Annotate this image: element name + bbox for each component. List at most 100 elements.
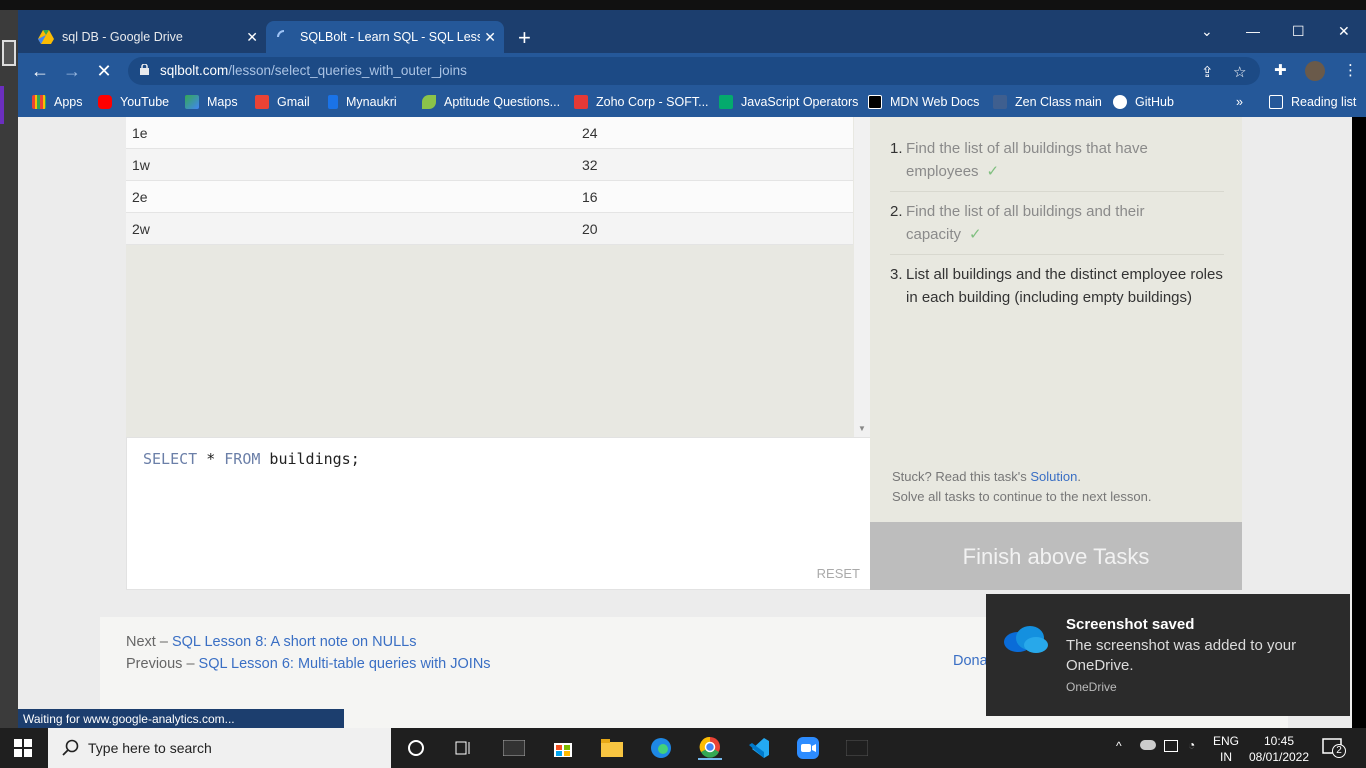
clock-time: 10:45 [1263, 734, 1295, 748]
youtube-icon [98, 95, 112, 109]
desktop-top-strip [0, 0, 1366, 10]
bookmark-label: Maps [207, 95, 238, 109]
help-text: Stuck? Read this task's Solution. Solve … [892, 467, 1151, 507]
region-code: IN [1220, 750, 1232, 764]
bookmark-mdn[interactable]: MDN Web Docs [868, 95, 979, 109]
extensions-icon[interactable]: ✚ [1274, 61, 1287, 79]
github-icon [1113, 95, 1127, 109]
language-code: ENG [1213, 734, 1240, 748]
bookmark-zen-class[interactable]: Zen Class main [993, 95, 1102, 109]
windows-taskbar: Type here to search ^ ◔ ENG IN 10:45 08/01… [0, 728, 1366, 768]
tab-search-icon[interactable]: ⌄ [1201, 23, 1213, 40]
w3schools-icon [719, 95, 733, 109]
bookmark-maps[interactable]: Maps [185, 95, 238, 109]
bookmark-label: Gmail [277, 95, 310, 109]
bookmark-youtube[interactable]: YouTube [98, 95, 169, 109]
clock[interactable]: 10:45 08/01/2022 [1248, 733, 1310, 765]
stop-loading-button[interactable]: ✕ [93, 60, 115, 82]
sql-editor[interactable]: SELECT * FROM buildings; RESET [126, 437, 871, 590]
onedrive-notification[interactable]: Screenshot saved The screenshot was adde… [986, 594, 1350, 716]
more-bookmarks-icon[interactable]: » [1236, 95, 1243, 109]
bookmark-mynaukri[interactable]: Mynaukri [328, 95, 397, 109]
cell-capacity: 16 [582, 189, 598, 205]
previous-lesson-link[interactable]: SQL Lesson 6: Multi-table queries with J… [199, 656, 491, 672]
notification-title: Screenshot saved [1066, 616, 1195, 633]
sql-star: * [197, 450, 225, 468]
bookmark-label: GitHub [1135, 95, 1174, 109]
mynaukri-icon [328, 95, 338, 109]
mdn-icon [868, 95, 882, 109]
table-row: 2w 20 [126, 213, 853, 245]
bookmark-gmail[interactable]: Gmail [255, 95, 310, 109]
solve-all-text: Solve all tasks to continue to the next … [892, 489, 1152, 504]
sql-keyword-select: SELECT [143, 450, 198, 468]
tab-sqlbolt[interactable]: SQLBolt - Learn SQL - SQL Lesso ✕ [266, 21, 504, 53]
donate-link[interactable]: Dona [953, 653, 988, 669]
task-item: 3. List all buildings and the distinct em… [890, 263, 1224, 317]
show-hidden-icons-icon[interactable]: ^ [1116, 739, 1122, 753]
close-tab-icon[interactable]: ✕ [246, 29, 258, 46]
bookmark-aptitude[interactable]: Aptitude Questions... [422, 95, 560, 109]
lock-icon [140, 64, 149, 75]
bookmark-zoho[interactable]: Zoho Corp - SOFT... [574, 95, 709, 109]
forward-button[interactable]: → [61, 60, 83, 82]
task-number: 1. [890, 140, 903, 157]
url-path: /lesson/select_queries_with_outer_joins [228, 63, 467, 78]
language-indicator[interactable]: ENG IN [1213, 733, 1239, 765]
results-scrollbar[interactable]: ▼ [854, 117, 870, 437]
minimize-button[interactable]: — [1246, 23, 1260, 39]
battery-icon[interactable] [1164, 740, 1178, 752]
desktop-left-edge [0, 10, 18, 728]
wifi-icon[interactable]: ◔ [1188, 738, 1195, 752]
zen-class-icon [993, 95, 1007, 109]
solution-link[interactable]: Solution [1030, 469, 1077, 484]
reset-button[interactable]: RESET [817, 566, 860, 581]
browser-menu-icon[interactable]: ⋮ [1343, 61, 1358, 79]
checkmark-icon: ✓ [969, 226, 982, 243]
task-item: 2. Find the list of all buildings and the… [890, 200, 1224, 255]
finish-tasks-button[interactable]: Finish above Tasks [870, 522, 1242, 590]
tab-title: sql DB - Google Drive [62, 30, 183, 44]
reading-list-button[interactable]: Reading list [1269, 95, 1356, 109]
notification-body: The screenshot was added to your OneDriv… [1066, 637, 1297, 674]
table-row: 1w 32 [126, 149, 853, 181]
next-prefix: Next – [126, 634, 172, 650]
checkmark-icon: ✓ [986, 163, 1000, 180]
url-field[interactable]: sqlbolt.com/lesson/select_queries_with_o… [128, 57, 1260, 85]
cell-capacity: 24 [582, 125, 598, 141]
bookmark-label: YouTube [120, 95, 170, 109]
scroll-down-arrow-icon[interactable]: ▼ [858, 424, 866, 433]
back-button[interactable]: ← [29, 60, 51, 82]
tab-bar: sql DB - Google Drive ✕ SQLBolt - Learn … [18, 10, 1366, 53]
task-text: List all buildings and the distinct empl… [906, 266, 1223, 306]
bookmark-apps[interactable]: Apps [32, 95, 83, 109]
browser-status-bar: Waiting for www.google-analytics.com... [18, 709, 344, 728]
bookmark-star-icon[interactable]: ☆ [1233, 63, 1246, 81]
cell-capacity: 20 [582, 221, 598, 237]
bookmark-github[interactable]: GitHub [1113, 95, 1174, 109]
tab-google-drive[interactable]: sql DB - Google Drive ✕ [28, 21, 266, 53]
stuck-suffix: . [1077, 469, 1081, 484]
profile-avatar[interactable] [1305, 61, 1325, 81]
close-window-button[interactable]: ✕ [1338, 23, 1350, 40]
system-tray: ^ ◔ ENG IN 10:45 08/01/2022 2 [0, 728, 1366, 768]
desktop-window-icon [2, 40, 16, 66]
gmail-icon [255, 95, 269, 109]
cell-building: 1w [132, 157, 150, 173]
next-lesson-link[interactable]: SQL Lesson 8: A short note on NULLs [172, 634, 417, 650]
sql-code[interactable]: SELECT * FROM buildings; [143, 450, 360, 468]
table-row: 1e 24 [126, 117, 853, 149]
bookmark-javascript[interactable]: JavaScript Operators [719, 95, 858, 109]
tab-title: SQLBolt - Learn SQL - SQL Lesso [300, 30, 480, 44]
maximize-button[interactable]: ☐ [1292, 23, 1305, 40]
onedrive-cloud-icon [1004, 626, 1048, 653]
task-text: Find the list of all buildings and their… [906, 203, 1145, 243]
clock-date: 08/01/2022 [1248, 750, 1310, 764]
share-icon[interactable]: ⇪ [1201, 63, 1214, 81]
new-tab-button[interactable]: + [518, 25, 531, 51]
notification-center-icon[interactable]: 2 [1322, 738, 1346, 761]
close-tab-icon[interactable]: ✕ [484, 29, 496, 46]
task-number: 3. [890, 266, 903, 283]
bookmark-label: Zoho Corp - SOFT... [596, 95, 709, 109]
onedrive-tray-icon[interactable] [1140, 740, 1156, 750]
